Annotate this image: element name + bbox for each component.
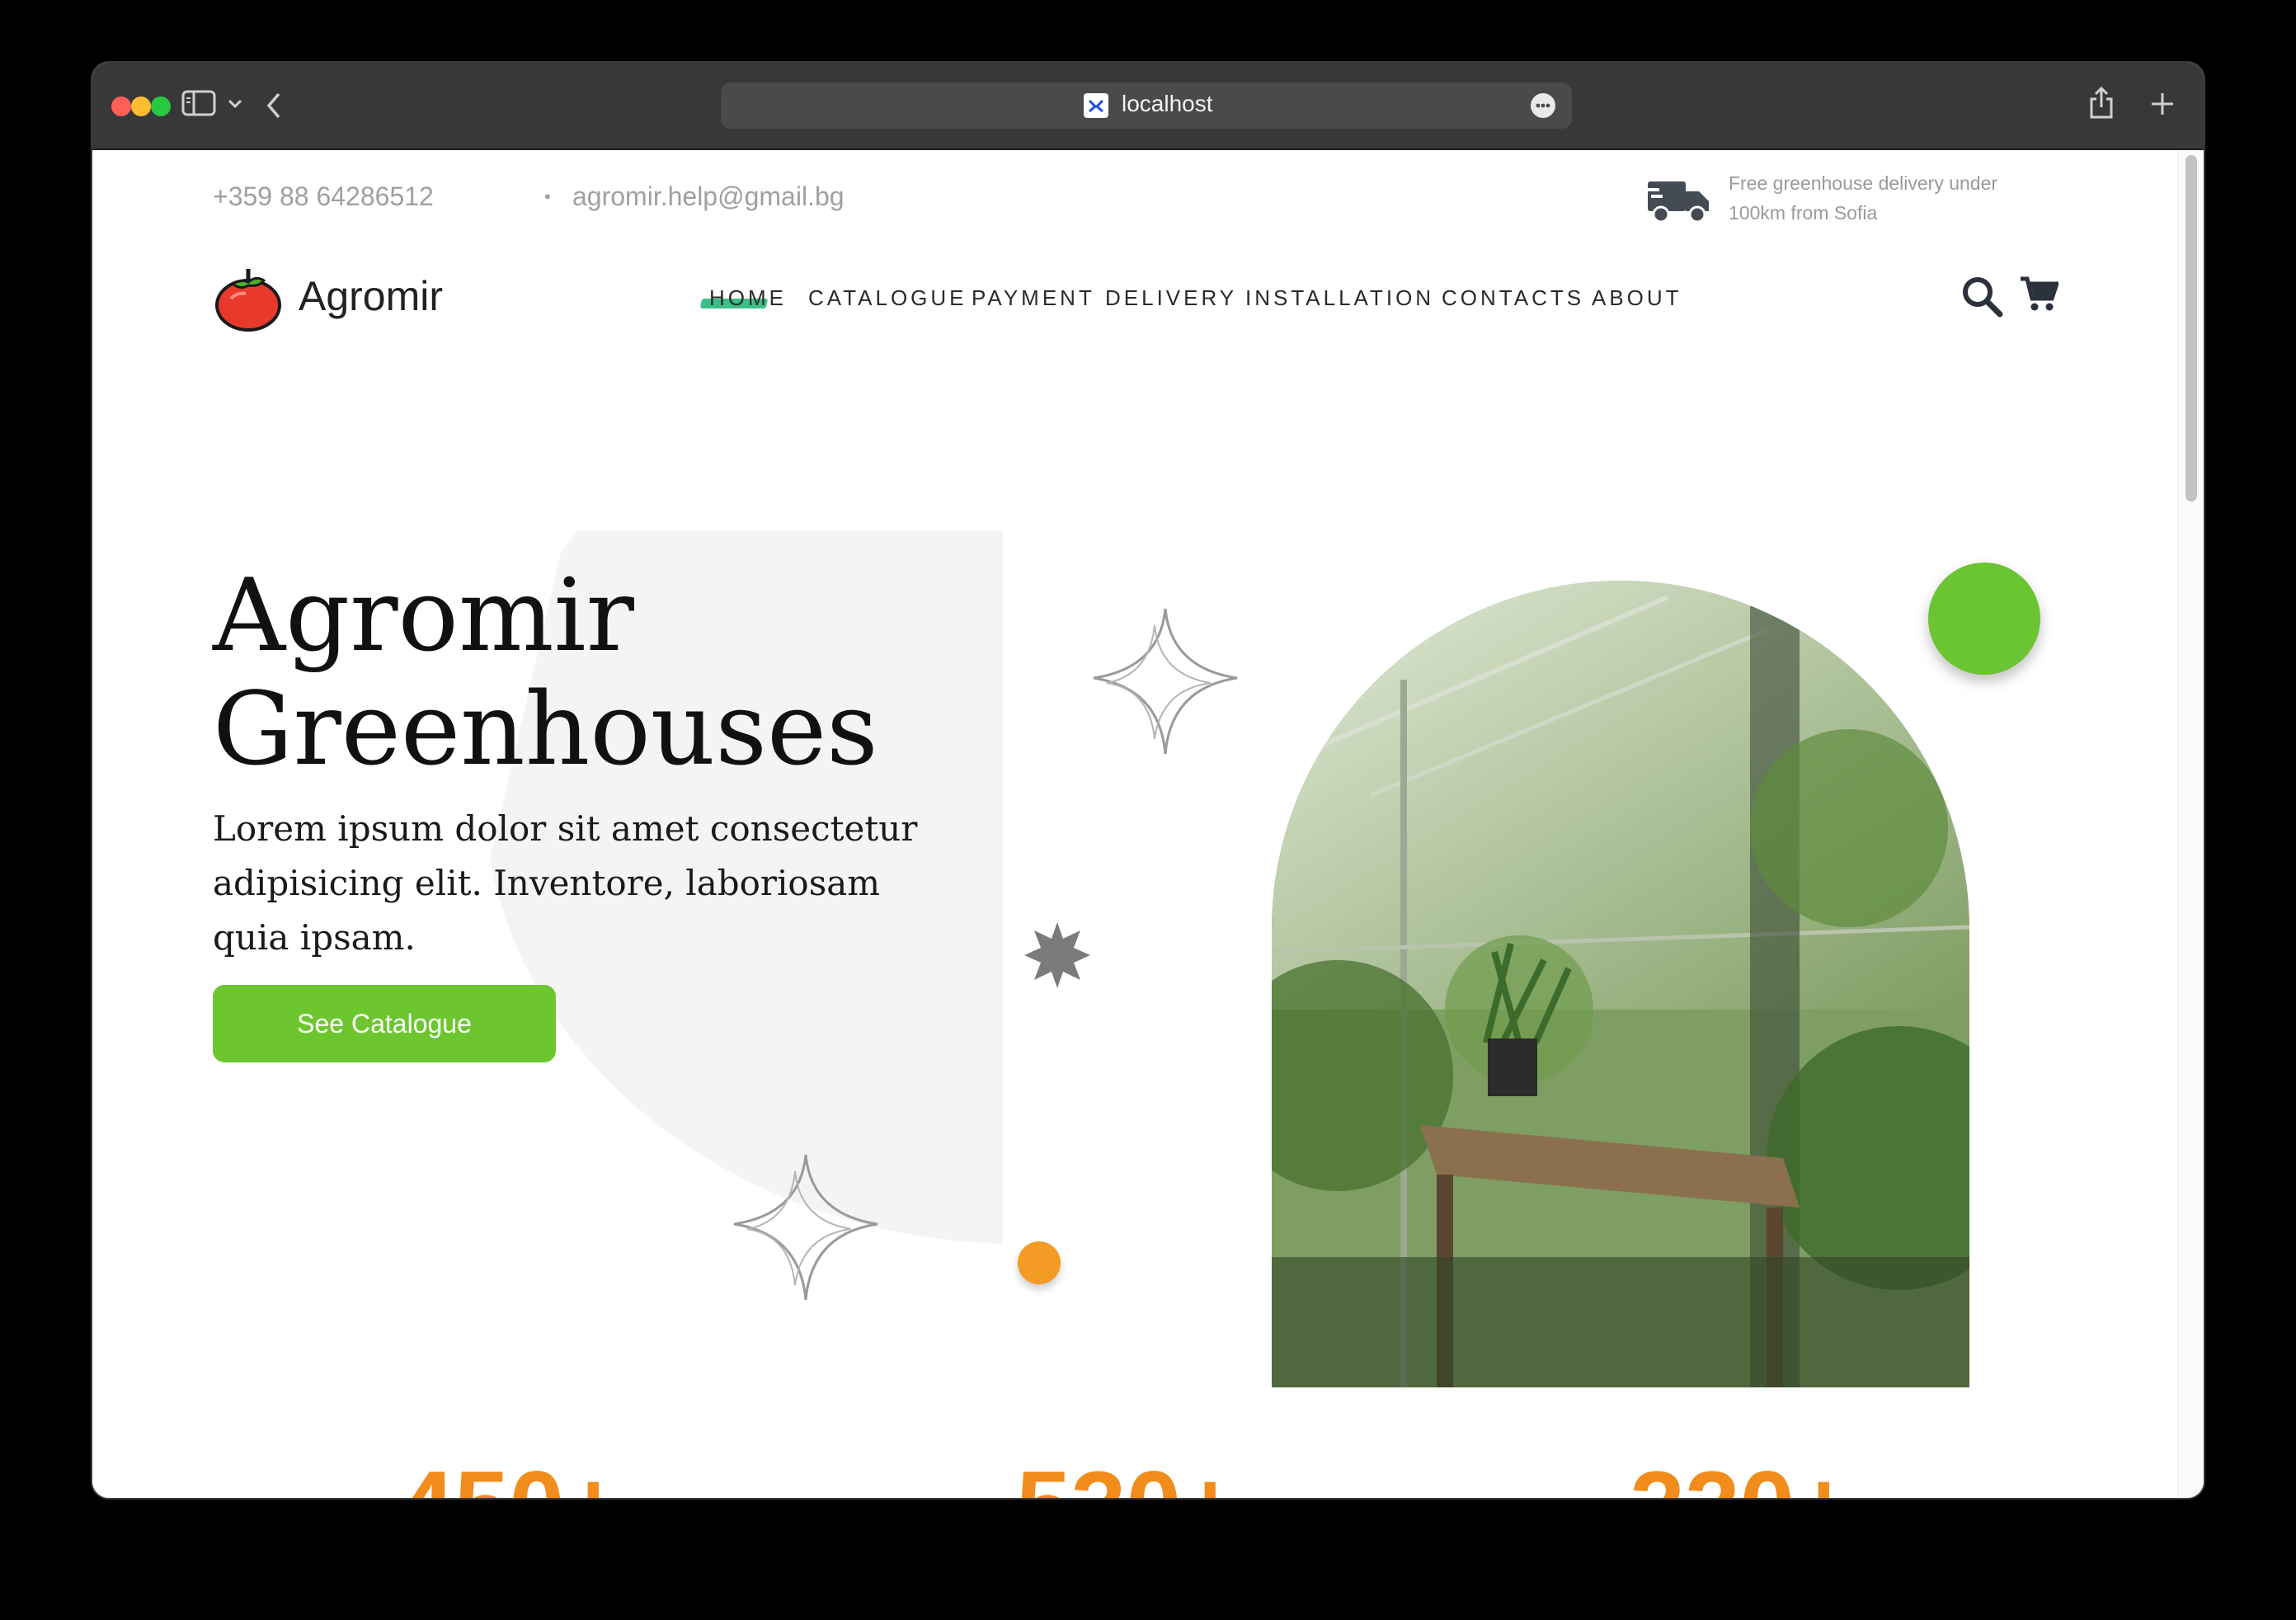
address-text: localhost [1122,91,1213,116]
delivery-line-2: 100km from Sofia [1729,202,1878,224]
cart-icon[interactable] [2019,274,2058,313]
hero-subtitle: Lorem ipsum dolor sit amet consectetur a… [213,808,918,958]
sparkle-outline-icon [1093,608,1238,755]
stat-value-3: 220+ [1630,1449,1852,1498]
web-page: +359 88 64286512 • agromir.help@gmail.bg… [92,150,2204,1498]
sparkle-outline-icon [733,1154,878,1301]
plus-icon[interactable] [2149,91,2176,117]
email-link[interactable]: agromir.help@gmail.bg [572,181,845,212]
green-decor-circle [1928,563,2040,675]
delivery-line-1: Free greenhouse delivery under [1729,172,1998,194]
hero-title-line-2: Greenhouses [213,671,878,788]
chevron-down-icon[interactable] [228,99,242,109]
nav-installation[interactable]: INSTALLATION [1245,285,1434,311]
see-catalogue-button[interactable]: See Catalogue [213,985,556,1062]
back-icon[interactable] [264,91,284,120]
page-scrollbar[interactable] [2178,150,2204,1498]
delivery-info: Free greenhouse delivery under 100km fro… [1729,168,2025,228]
search-icon[interactable] [1961,275,2004,318]
minimize-window-button[interactable] [131,97,151,116]
browser-toolbar: localhost [92,63,2204,150]
nav-delivery[interactable]: DELIVERY [1105,285,1237,311]
hero-title: Agromir Greenhouses [213,558,955,786]
nav-payment[interactable]: PAYMENT [972,285,1095,311]
contact-separator: • [544,186,551,207]
nav-home[interactable]: HOME [709,285,787,311]
tomato-logo-icon[interactable] [213,262,284,333]
greenhouse-photo-illustration [1272,581,1969,1387]
nav-contacts[interactable]: CONTACTS [1442,285,1584,311]
greenhouse-photo [1272,581,1969,1387]
more-icon[interactable] [1531,93,1555,118]
scrollbar-thumb[interactable] [2185,155,2197,502]
nav-about[interactable]: ABOUT [1592,285,1682,311]
site-favicon-icon [1084,93,1108,118]
truck-icon [1648,181,1709,224]
close-window-button[interactable] [111,97,131,116]
browser-window: localhost +359 88 64286512 • agromir.hel… [92,63,2204,1498]
address-bar[interactable]: localhost [721,82,1572,129]
hero-title-line-1: Agromir [213,557,634,674]
zoom-window-button[interactable] [151,97,171,116]
stat-value-1: 450+ [399,1449,622,1498]
brand-name[interactable]: Agromir [299,272,443,320]
star-badge-icon [1024,922,1090,988]
share-icon[interactable] [2088,86,2115,120]
phone-link[interactable]: +359 88 64286512 [213,181,434,212]
orange-decor-circle [1018,1241,1061,1284]
nav-catalogue[interactable]: CATALOGUE [808,285,967,311]
stat-value-2: 530+ [1016,1449,1239,1498]
sidebar-icon[interactable] [181,90,216,116]
